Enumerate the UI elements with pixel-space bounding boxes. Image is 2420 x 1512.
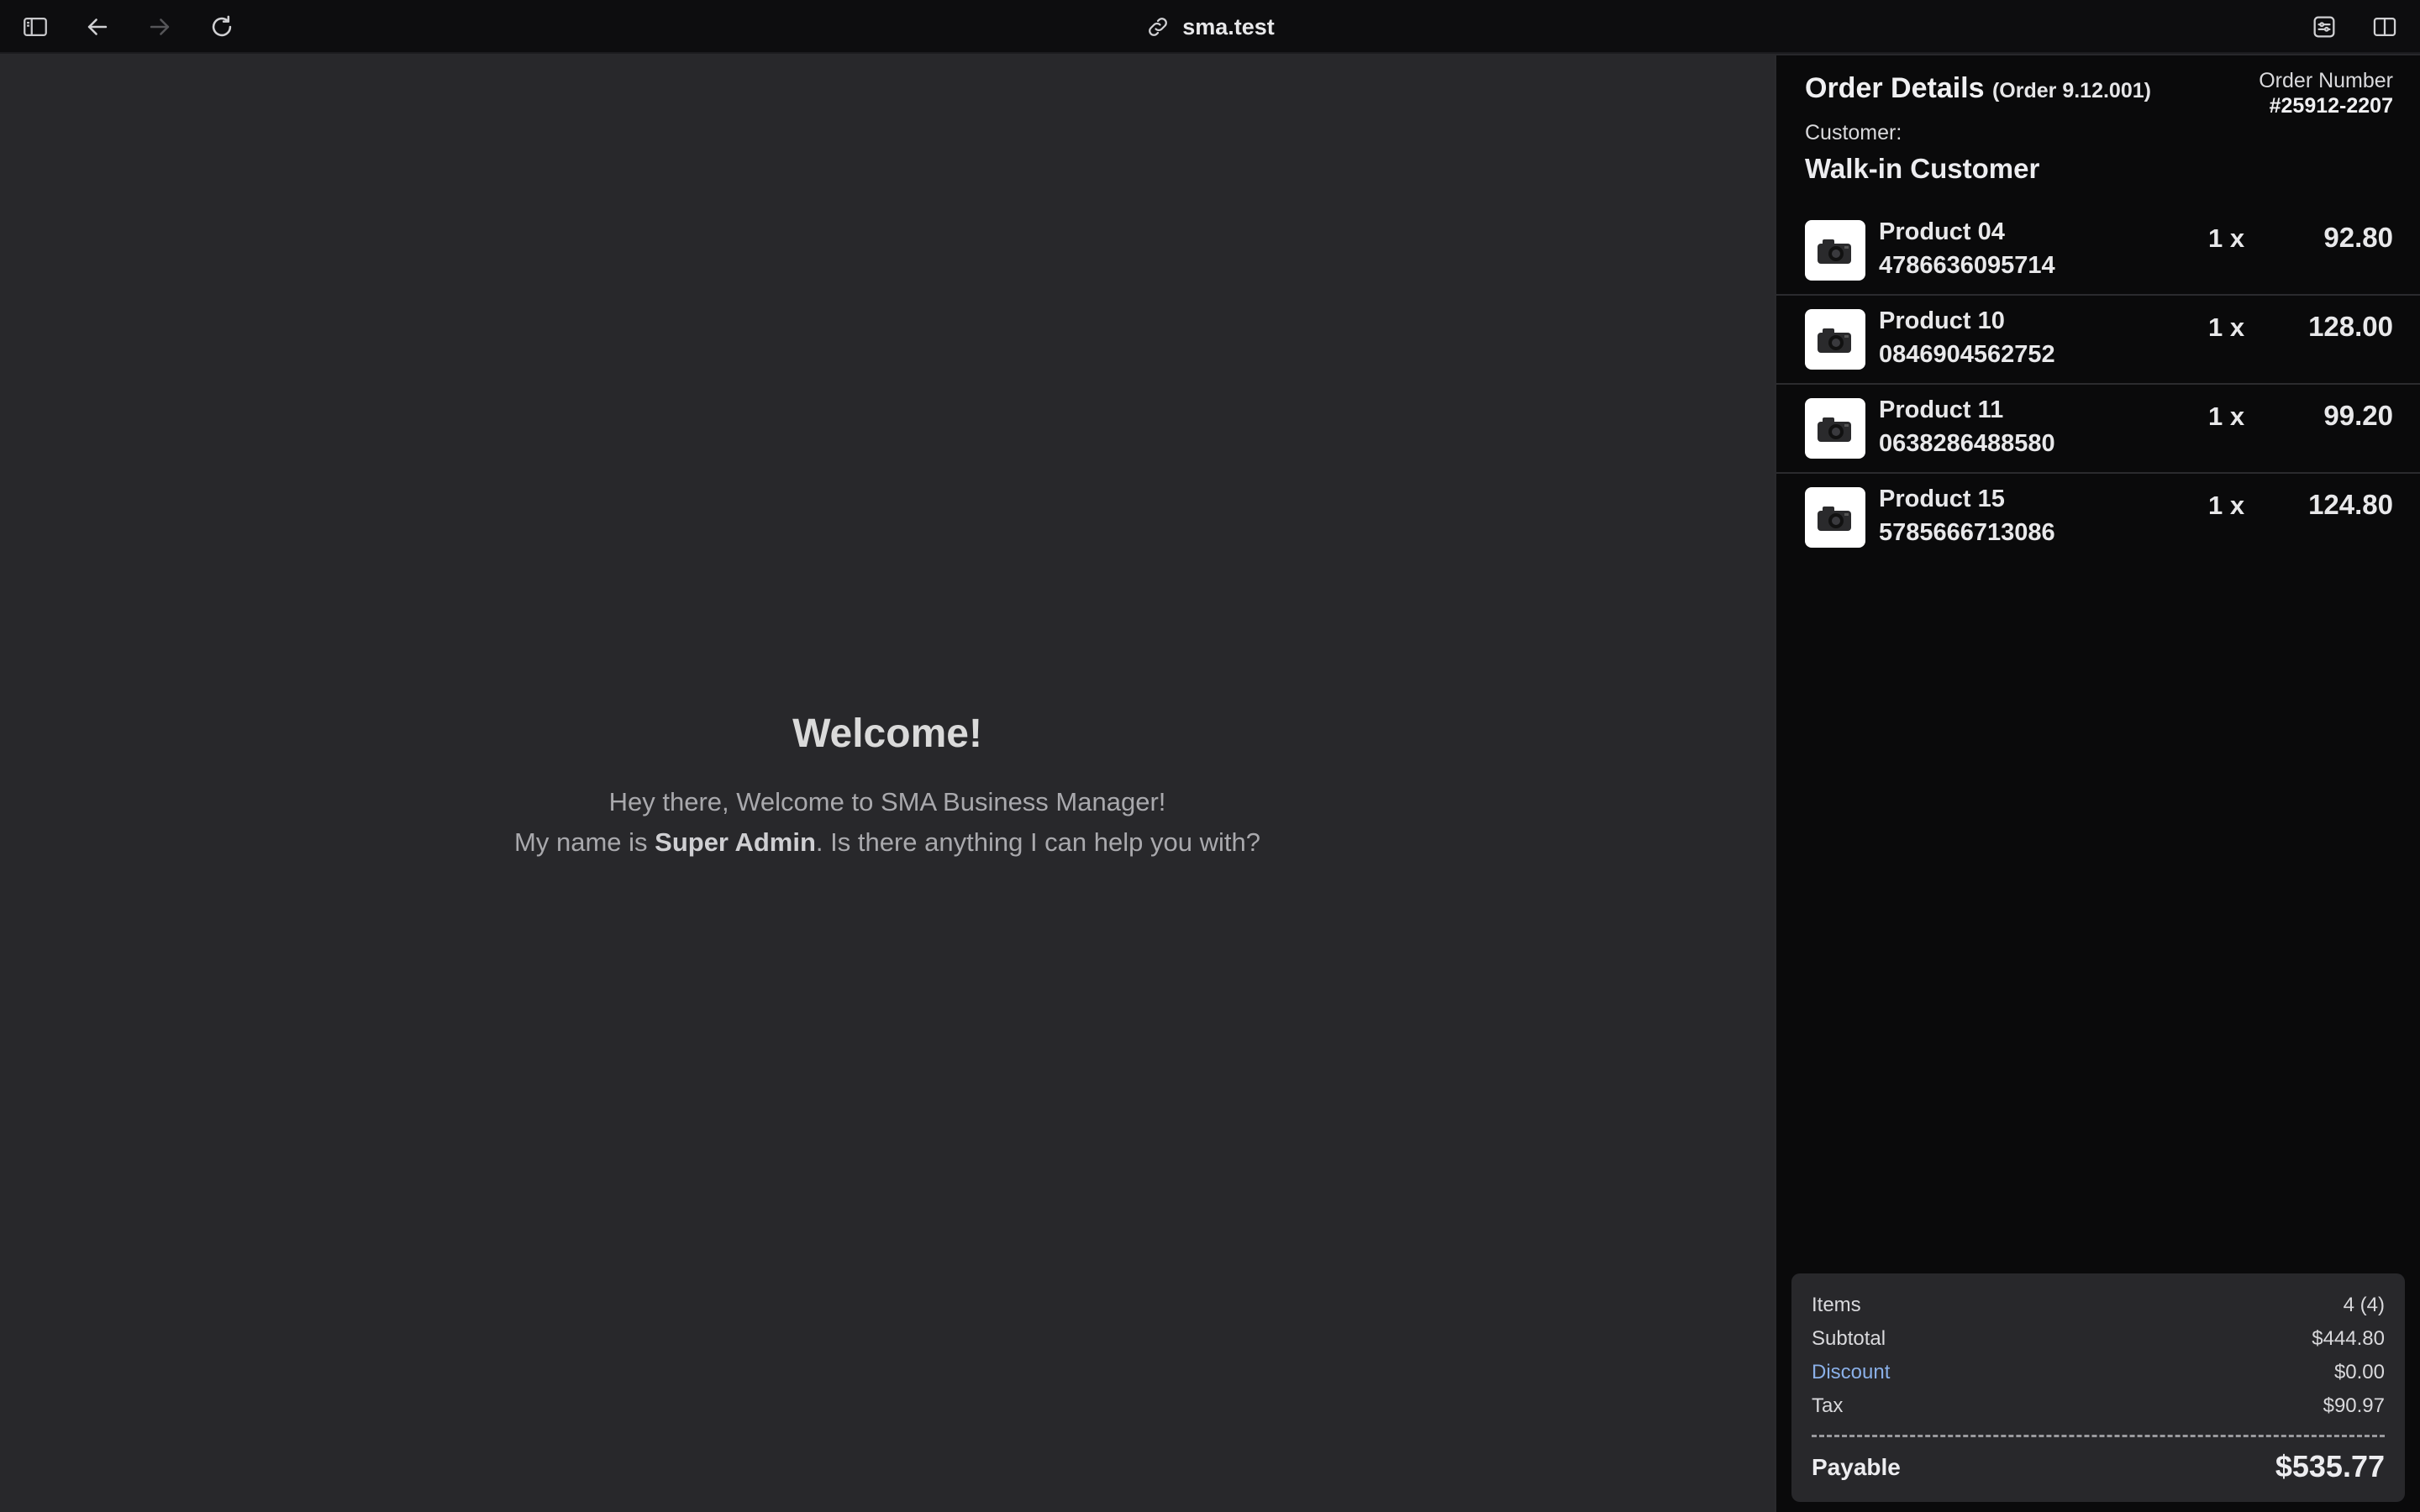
order-items-list: Product 04 4786636095714 1 x 92.80 Produ…: [1776, 207, 2420, 563]
order-item: Product 11 0638286488580 1 x 99.20: [1776, 385, 2420, 474]
product-price: 124.80: [2308, 489, 2393, 520]
product-price: 92.80: [2323, 222, 2393, 253]
page-settings-icon: [2313, 16, 2335, 38]
discount-value: $0.00: [2333, 1361, 2385, 1383]
welcome-line-2-suffix: . Is there anything I can help you with?: [815, 827, 1260, 857]
user-name: Super Admin: [655, 827, 816, 857]
url-text: sma.test: [1182, 13, 1275, 39]
tax-row: Tax $90.97: [1812, 1389, 2385, 1423]
forward-button[interactable]: [143, 12, 176, 42]
back-button[interactable]: [81, 12, 114, 42]
product-quantity: 1 x: [2208, 491, 2245, 520]
items-count-row: Items 4 (4): [1812, 1289, 2385, 1322]
sidebar-toggle-button[interactable]: [18, 12, 52, 42]
items-value: 4 (4): [2343, 1294, 2385, 1316]
discount-link[interactable]: Discount: [1812, 1361, 1890, 1384]
order-number-value: #25912-2207: [2269, 94, 2393, 118]
address-bar[interactable]: sma.test: [1145, 14, 1275, 40]
payable-value: $535.77: [2275, 1449, 2385, 1483]
order-item: Product 04 4786636095714 1 x 92.80: [1776, 207, 2420, 296]
product-price: 128.00: [2308, 311, 2393, 342]
camera-icon: [1818, 507, 1851, 531]
browser-toolbar: sma.test: [0, 0, 2420, 54]
order-details-heading: Order Details (Order 9.12.001): [1805, 72, 2151, 105]
product-thumbnail: [1805, 220, 1865, 281]
order-totals: Items 4 (4) Subtotal $444.80 Discount $0…: [1791, 1273, 2405, 1502]
order-details-subtitle: (Order 9.12.001): [1991, 79, 2151, 102]
discount-row: Discount $0.00: [1812, 1356, 2385, 1389]
welcome-title: Welcome!: [792, 711, 982, 756]
items-label: Items: [1812, 1294, 1861, 1316]
product-quantity: 1 x: [2208, 223, 2245, 253]
forward-arrow-icon: [150, 18, 170, 35]
product-name: Product 15: [1879, 486, 2005, 512]
product-name: Product 10: [1879, 307, 2005, 334]
camera-icon: [1818, 417, 1851, 442]
order-item: Product 10 0846904562752 1 x 128.00: [1776, 296, 2420, 385]
product-thumbnail: [1805, 398, 1865, 459]
payable-label: Payable: [1812, 1454, 1901, 1480]
reload-icon: [212, 15, 232, 37]
subtotal-value: $444.80: [2312, 1327, 2385, 1350]
welcome-line-2: My name is Super Admin. Is there anythin…: [0, 822, 1775, 863]
customer-name: Walk-in Customer: [1805, 153, 2040, 184]
order-item: Product 15 5785666713086 1 x 124.80: [1776, 474, 2420, 563]
welcome-line-2-prefix: My name is: [514, 827, 655, 857]
product-code: 0846904562752: [1879, 341, 2055, 368]
reload-button[interactable]: [205, 12, 239, 42]
back-arrow-icon: [87, 18, 108, 35]
product-quantity: 1 x: [2208, 312, 2245, 342]
product-quantity: 1 x: [2208, 402, 2245, 431]
subtotal-label: Subtotal: [1812, 1327, 1886, 1350]
subtotal-row: Subtotal $444.80: [1812, 1322, 2385, 1356]
order-details-title: Order Details: [1805, 72, 1985, 104]
main-content: Welcome! Hey there, Welcome to SMA Busin…: [0, 55, 1775, 1512]
camera-icon: [1818, 328, 1851, 353]
totals-divider: [1812, 1435, 2385, 1437]
page-settings-button[interactable]: [2307, 12, 2341, 42]
welcome-line-1: Hey there, Welcome to SMA Business Manag…: [608, 787, 1166, 816]
product-code: 5785666713086: [1879, 519, 2055, 546]
tax-label: Tax: [1812, 1394, 1844, 1417]
tax-value: $90.97: [2323, 1394, 2385, 1417]
split-view-button[interactable]: [2368, 12, 2402, 42]
customer-label: Customer:: [1805, 121, 1902, 144]
order-details-panel: Order Details (Order 9.12.001) Order Num…: [1775, 55, 2420, 1512]
split-view-icon: [2373, 17, 2396, 37]
product-name: Product 11: [1879, 396, 2004, 423]
sidebar-toggle-icon: [24, 17, 47, 37]
product-name: Product 04: [1879, 218, 2005, 245]
link-icon: [1149, 18, 1168, 36]
payable-row: Payable $535.77: [1812, 1449, 2385, 1491]
welcome-section: Welcome! Hey there, Welcome to SMA Busin…: [0, 711, 1775, 863]
order-number-label: Order Number: [2259, 69, 2393, 92]
product-thumbnail: [1805, 309, 1865, 370]
product-code: 0638286488580: [1879, 430, 2055, 457]
product-price: 99.20: [2323, 400, 2393, 431]
product-code: 4786636095714: [1879, 252, 2055, 279]
camera-icon: [1818, 239, 1851, 264]
product-thumbnail: [1805, 487, 1865, 548]
